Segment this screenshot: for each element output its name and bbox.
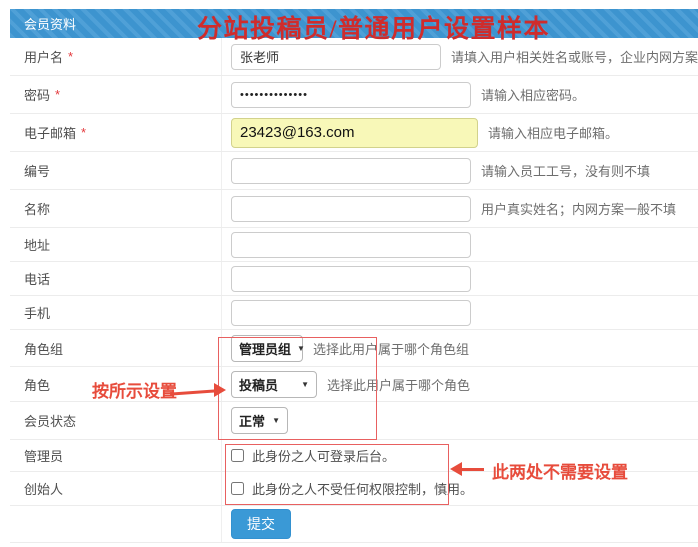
admin-label: 管理员	[10, 440, 222, 471]
username-label: 用户名 *	[10, 38, 222, 75]
role-annotation-text: 按所示设置	[92, 377, 177, 402]
required-asterisk: *	[55, 87, 60, 102]
role-hint: 选择此用户属于哪个角色	[327, 375, 470, 394]
username-hint: 请填入用户相关姓名或账号，企业内网方案	[451, 47, 698, 66]
telephone-label: 电话	[10, 262, 222, 295]
submit-button[interactable]: 提交	[231, 509, 291, 539]
arrow-right-icon	[214, 383, 226, 397]
employee-number-label: 编号	[10, 152, 222, 189]
mobile-label: 手机	[10, 296, 222, 329]
form-row-email: 电子邮箱 * 请输入相应电子邮箱。	[10, 114, 698, 152]
realname-input[interactable]	[231, 196, 471, 222]
realname-label: 名称	[10, 190, 222, 227]
mobile-input[interactable]	[231, 300, 471, 326]
panel-title: 会员资料	[24, 14, 76, 33]
form-row-telephone: 电话	[10, 262, 698, 296]
member-status-label: 会员状态	[10, 402, 222, 439]
username-input[interactable]	[231, 44, 441, 70]
employee-number-hint: 请输入员工工号，没有则不填	[481, 161, 650, 180]
form-row-employee-number: 编号 请输入员工工号，没有则不填	[10, 152, 698, 190]
address-label: 地址	[10, 228, 222, 261]
member-profile-page: 会员资料 用户名 * 请填入用户相关姓名或账号，企业内网方案 密码 * 请输入相…	[0, 0, 698, 547]
admin-checkbox-text: 此身份之人可登录后台。	[252, 446, 395, 465]
form-row-role-group: 角色组 管理员组 ▼ 选择此用户属于哪个角色组	[10, 330, 698, 367]
form-row-submit: 提交	[10, 506, 698, 543]
email-hint: 请输入相应电子邮箱。	[488, 123, 618, 142]
form-row-mobile: 手机	[10, 296, 698, 330]
founder-checkbox-text: 此身份之人不受任何权限控制，慎用。	[252, 479, 473, 498]
arrow-left-icon	[461, 468, 484, 471]
telephone-input[interactable]	[231, 266, 471, 292]
admin-checkbox[interactable]	[231, 449, 244, 462]
founder-checkbox[interactable]	[231, 482, 244, 495]
submit-row-spacer	[10, 506, 222, 542]
address-input[interactable]	[231, 232, 471, 258]
employee-number-input[interactable]	[231, 158, 471, 184]
caret-down-icon: ▼	[301, 380, 309, 389]
password-input[interactable]	[231, 82, 471, 108]
form-row-realname: 名称 用户真实姓名；内网方案一般不填	[10, 190, 698, 228]
checkbox-annotation-text: 此两处不需要设置	[492, 458, 628, 483]
required-asterisk: *	[81, 125, 86, 140]
form-row-address: 地址	[10, 228, 698, 262]
role-group-label: 角色组	[10, 330, 222, 366]
password-hint: 请输入相应密码。	[481, 85, 585, 104]
page-overlay-title: 分站投稿员/普通用户设置样本	[197, 9, 550, 45]
member-status-select[interactable]: 正常 ▼	[231, 407, 288, 434]
password-label: 密码 *	[10, 76, 222, 113]
realname-hint: 用户真实姓名；内网方案一般不填	[481, 199, 676, 218]
role-group-hint: 选择此用户属于哪个角色组	[313, 339, 469, 358]
email-input[interactable]	[231, 118, 478, 148]
role-group-select[interactable]: 管理员组 ▼	[231, 335, 303, 362]
required-asterisk: *	[68, 49, 73, 64]
form-row-member-status: 会员状态 正常 ▼	[10, 402, 698, 440]
form-row-password: 密码 * 请输入相应密码。	[10, 76, 698, 114]
founder-label: 创始人	[10, 472, 222, 505]
role-select[interactable]: 投稿员 ▼	[231, 371, 317, 398]
caret-down-icon: ▼	[297, 344, 305, 353]
email-label: 电子邮箱 *	[10, 114, 222, 151]
caret-down-icon: ▼	[272, 416, 280, 425]
